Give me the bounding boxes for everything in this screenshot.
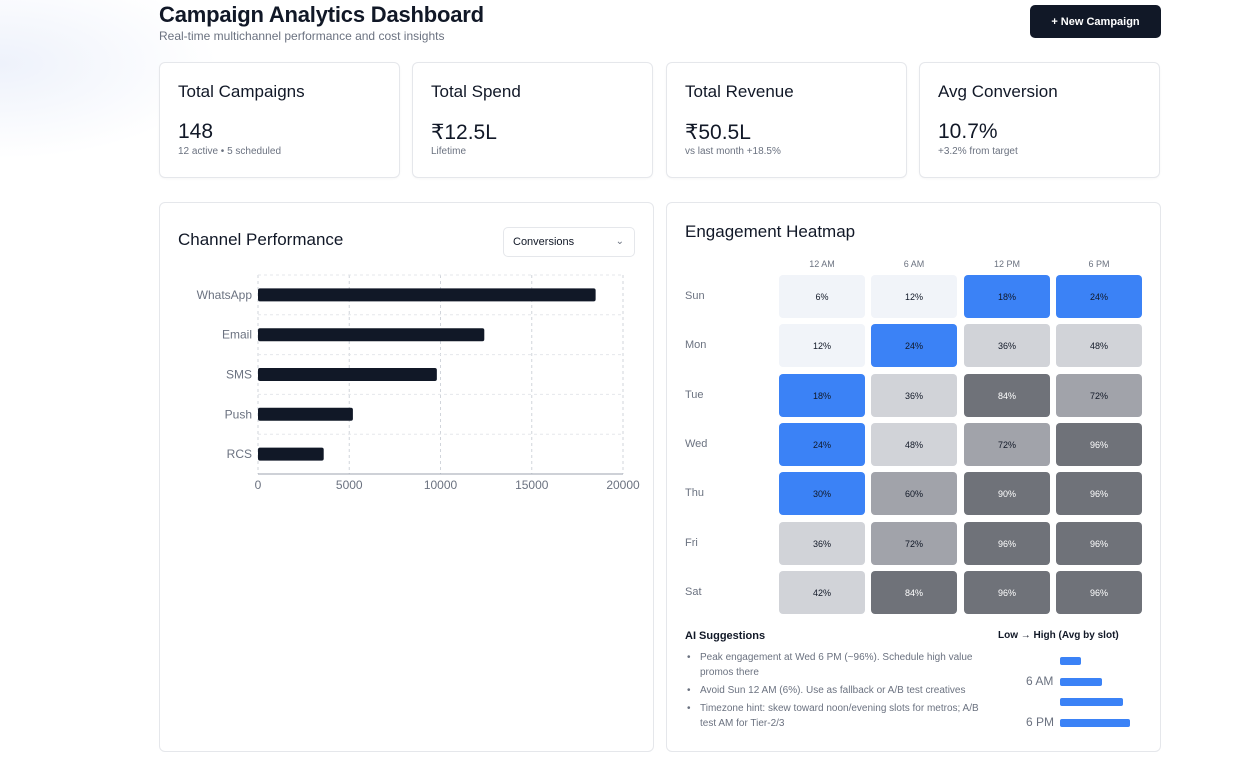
heatmap-cell[interactable]: 84%	[871, 571, 957, 614]
heatmap-cell[interactable]: 96%	[964, 522, 1050, 565]
channel-bar-chart: 0 5000 10000 15000 20000 WhatsApp Email SMS Push…	[197, 274, 640, 492]
stat-value: ₹50.5L	[685, 121, 751, 144]
stat-sub: +3.2% from target	[938, 146, 1018, 157]
bar-rcs	[258, 447, 324, 461]
heatmap-day-label: Thu	[685, 487, 704, 499]
ai-suggestion: Peak engagement at Wed 6 PM (~96%). Sche…	[685, 650, 985, 680]
category-label: Push	[225, 407, 252, 421]
heatmap-column-header: 12 AM	[809, 259, 835, 269]
heatmap-cell[interactable]: 36%	[779, 522, 865, 565]
engagement-heatmap-panel: Engagement Heatmap AI Suggestions Peak e…	[666, 202, 1161, 752]
heatmap-cell[interactable]: 72%	[871, 522, 957, 565]
stat-label: Total Campaigns	[178, 82, 305, 101]
heatmap-column-header: 12 PM	[993, 259, 1020, 269]
heatmap-day-label: Sun	[685, 290, 705, 302]
heatmap-cell[interactable]: 12%	[871, 275, 957, 318]
heatmap-day-label: Wed	[685, 438, 708, 450]
category-label: RCS	[227, 447, 252, 461]
stat-label: Total Revenue	[685, 82, 794, 101]
stat-sub: Lifetime	[431, 146, 467, 157]
stat-card-total-revenue: Total Revenue ₹50.5L vs last month +18.5…	[666, 62, 907, 178]
heatmap-cell[interactable]: 90%	[964, 472, 1050, 515]
category-label: WhatsApp	[197, 288, 253, 302]
heatmap-cell[interactable]: 24%	[871, 324, 957, 367]
heatmap-cell[interactable]: 60%	[871, 472, 957, 515]
x-tick-label: 20000	[606, 478, 640, 492]
bar-sms	[258, 368, 437, 381]
heatmap-day-label: Sat	[685, 586, 702, 598]
heatmap-cell[interactable]: 72%	[964, 423, 1050, 466]
category-label: Email	[222, 328, 252, 342]
heatmap-cell[interactable]: 96%	[1056, 472, 1142, 515]
heatmap-cell[interactable]: 24%	[779, 423, 865, 466]
stat-sub: vs last month +18.5%	[685, 146, 781, 157]
heatmap-column-header: 6 AM	[903, 259, 925, 269]
legend-bar	[1060, 657, 1081, 665]
bar-whatsapp	[258, 288, 596, 302]
page-subtitle: Real-time multichannel performance and c…	[159, 29, 445, 43]
bar-email	[258, 328, 485, 342]
legend-slot-label: 6 PM	[1026, 715, 1055, 729]
new-campaign-button[interactable]: + New Campaign	[1030, 5, 1161, 38]
stat-card-total-campaigns: Total Campaigns 148 12 active • 5 schedu…	[159, 62, 400, 178]
heatmap-cell[interactable]: 36%	[964, 324, 1050, 367]
heatmap-day-label: Fri	[685, 537, 698, 549]
stat-value: 148	[178, 120, 214, 143]
page-header: Campaign Analytics Dashboard Real-time m…	[159, 0, 1161, 50]
heatmap-cell[interactable]: 30%	[779, 472, 865, 515]
x-tick-label: 5000	[336, 478, 363, 492]
heatmap-cell[interactable]: 96%	[1056, 423, 1142, 466]
stat-value: 10.7%	[938, 120, 998, 143]
stat-value: ₹12.5L	[431, 121, 497, 144]
bar-push	[258, 407, 353, 421]
heatmap-cell[interactable]: 24%	[1056, 275, 1142, 318]
heatmap-panel-title: Engagement Heatmap	[685, 222, 856, 241]
heatmap-cell[interactable]: 6%	[779, 275, 865, 318]
stat-sub: 12 active • 5 scheduled	[178, 146, 282, 157]
heatmap-cell[interactable]: 84%	[964, 374, 1050, 417]
heatmap-cell[interactable]: 96%	[964, 571, 1050, 614]
legend-bar	[1060, 719, 1130, 727]
stat-card-avg-conversion: Avg Conversion 10.7% +3.2% from target	[919, 62, 1160, 178]
heatmap-day-label: Tue	[685, 389, 704, 401]
heatmap-cell[interactable]: 18%	[779, 374, 865, 417]
legend-bar	[1060, 678, 1102, 686]
heatmap-day-label: Mon	[685, 339, 707, 351]
ai-suggestions-list: Peak engagement at Wed 6 PM (~96%). Sche…	[685, 650, 985, 734]
heatmap-legend-title: Low → High (Avg by slot)	[998, 630, 1119, 641]
stat-card-total-spend: Total Spend ₹12.5L Lifetime	[412, 62, 653, 178]
heatmap-cell[interactable]: 48%	[1056, 324, 1142, 367]
x-tick-label: 15000	[515, 478, 549, 492]
ai-suggestion: Avoid Sun 12 AM (6%). Use as fallback or…	[685, 683, 985, 698]
legend-bar	[1060, 698, 1123, 706]
heatmap-cell[interactable]: 36%	[871, 374, 957, 417]
heatmap-column-header: 6 PM	[1088, 259, 1110, 269]
heatmap-cell[interactable]: 18%	[964, 275, 1050, 318]
ai-suggestion: Timezone hint: skew toward noon/evening …	[685, 701, 985, 731]
legend-slot-label: 6 AM	[1026, 674, 1054, 688]
stat-label: Avg Conversion	[938, 82, 1058, 101]
heatmap-cell[interactable]: 12%	[779, 324, 865, 367]
stat-label: Total Spend	[431, 82, 521, 101]
heatmap-cell[interactable]: 96%	[1056, 571, 1142, 614]
x-tick-label: 10000	[424, 478, 458, 492]
page-title: Campaign Analytics Dashboard	[159, 2, 484, 27]
heatmap-cell[interactable]: 96%	[1056, 522, 1142, 565]
category-label: SMS	[226, 368, 252, 382]
ai-suggestions-title: AI Suggestions	[685, 630, 766, 642]
heatmap-cell[interactable]: 42%	[779, 571, 865, 614]
channel-performance-panel: Channel Performance Conversions ⌄ 0 5000 1…	[159, 202, 654, 752]
heatmap-cell[interactable]: 48%	[871, 423, 957, 466]
heatmap-cell[interactable]: 72%	[1056, 374, 1142, 417]
x-tick-label: 0	[255, 478, 262, 492]
